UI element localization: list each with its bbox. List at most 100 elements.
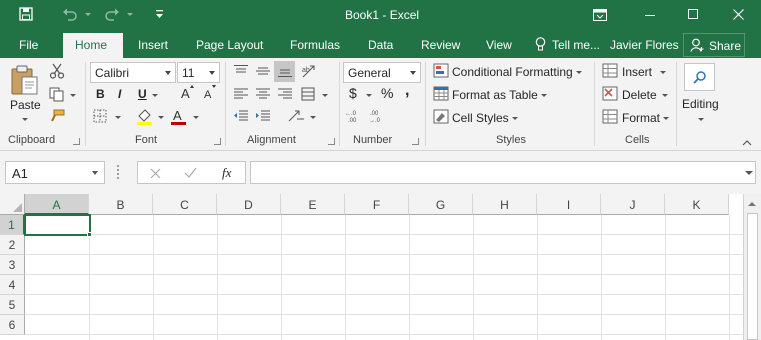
column-header-a[interactable]: A: [25, 194, 89, 215]
column-header-h[interactable]: H: [473, 194, 537, 215]
alignment-launcher-icon[interactable]: [328, 138, 335, 145]
font-size-combo[interactable]: 11: [177, 62, 220, 83]
comma-button[interactable]: ,: [405, 82, 409, 100]
fill-handle[interactable]: [87, 232, 92, 237]
scroll-up-icon[interactable]: [748, 202, 756, 206]
underline-dropdown-icon[interactable]: [152, 94, 158, 97]
close-icon[interactable]: [733, 9, 744, 20]
vertical-scrollbar[interactable]: [743, 194, 761, 340]
tab-home[interactable]: Home: [63, 33, 123, 58]
insert-function-button[interactable]: fx: [222, 165, 231, 181]
save-icon[interactable]: [19, 7, 33, 21]
column-header-e[interactable]: E: [281, 194, 345, 215]
paste-dropdown-icon[interactable]: [22, 118, 28, 121]
paste-icon[interactable]: [10, 64, 40, 96]
align-center-icon[interactable]: [255, 87, 271, 101]
undo-dropdown-icon[interactable]: [85, 13, 91, 16]
editing-search-box[interactable]: [684, 63, 715, 91]
align-left-icon[interactable]: [233, 87, 249, 101]
tab-insert[interactable]: Insert: [138, 38, 168, 52]
orientation-icon[interactable]: ab: [301, 63, 317, 79]
column-header-b[interactable]: B: [89, 194, 153, 215]
name-box[interactable]: A1: [5, 161, 105, 184]
column-header-f[interactable]: F: [345, 194, 409, 215]
tab-formulas[interactable]: Formulas: [290, 38, 340, 52]
row-header-1[interactable]: 1: [0, 215, 25, 235]
number-launcher-icon[interactable]: [412, 138, 419, 145]
select-all-corner[interactable]: [0, 194, 25, 215]
merge-dropdown-icon[interactable]: [310, 116, 316, 119]
column-header-g[interactable]: G: [409, 194, 473, 215]
column-header-i[interactable]: I: [537, 194, 601, 215]
customize-qat-icon[interactable]: [155, 9, 164, 19]
insert-cells-button[interactable]: Insert: [622, 65, 652, 79]
enter-entry-icon[interactable]: [184, 167, 197, 179]
collapse-ribbon-icon[interactable]: [742, 140, 752, 146]
row-header-3[interactable]: 3: [0, 255, 25, 275]
row-header-5[interactable]: 5: [0, 295, 25, 315]
wrap-dropdown-icon[interactable]: [322, 94, 328, 97]
borders-dropdown-icon[interactable]: [115, 116, 121, 119]
name-box-dropdown-icon[interactable]: [92, 171, 98, 175]
editing-button[interactable]: Editing: [682, 97, 719, 111]
editing-dropdown-icon[interactable]: [698, 118, 704, 121]
number-format-combo[interactable]: General: [343, 62, 421, 83]
undo-icon[interactable]: [62, 7, 78, 21]
format-cells-button[interactable]: Format: [622, 111, 670, 125]
column-header-d[interactable]: D: [217, 194, 281, 215]
delete-dropdown-icon[interactable]: [662, 94, 668, 97]
maximize-icon[interactable]: [688, 9, 698, 19]
decrease-decimal-icon[interactable]: .00→.0: [369, 109, 387, 123]
conditional-formatting-button[interactable]: Conditional Formatting: [452, 65, 582, 79]
copy-icon[interactable]: [49, 87, 65, 102]
fill-color-dropdown-icon[interactable]: [158, 116, 164, 119]
cut-icon[interactable]: [49, 63, 65, 79]
bottom-align-button[interactable]: [274, 61, 295, 82]
delete-cells-button[interactable]: Delete: [622, 88, 657, 102]
middle-align-icon[interactable]: [255, 64, 271, 78]
font-color-dropdown-icon[interactable]: [193, 116, 199, 119]
font-launcher-icon[interactable]: [214, 138, 221, 145]
italic-button[interactable]: I: [118, 87, 121, 101]
format-as-table-button[interactable]: Format as Table: [452, 88, 547, 102]
tell-me-search[interactable]: Tell me...: [552, 38, 600, 52]
cell-styles-button[interactable]: Cell Styles: [452, 111, 518, 125]
tab-view[interactable]: View: [486, 38, 512, 52]
redo-dropdown-icon[interactable]: [127, 13, 133, 16]
percent-button[interactable]: %: [381, 85, 393, 101]
formula-input[interactable]: [250, 161, 756, 184]
tab-file[interactable]: File: [19, 38, 38, 52]
tab-data[interactable]: Data: [368, 38, 393, 52]
insert-dropdown-icon[interactable]: [660, 71, 666, 74]
top-align-icon[interactable]: [233, 64, 249, 78]
share-button[interactable]: Share: [683, 33, 745, 57]
selected-cell[interactable]: [24, 214, 91, 236]
decrease-font-icon[interactable]: A: [203, 84, 217, 99]
currency-button[interactable]: $: [349, 85, 357, 101]
scroll-thumb[interactable]: [747, 213, 758, 340]
formula-separator-dots[interactable]: [117, 165, 119, 179]
increase-decimal-icon[interactable]: ←.0.00: [345, 109, 363, 123]
row-header-4[interactable]: 4: [0, 275, 25, 295]
paste-button[interactable]: Paste: [10, 98, 41, 112]
align-right-icon[interactable]: [277, 87, 293, 101]
cancel-entry-icon[interactable]: [150, 168, 161, 179]
worksheet-grid[interactable]: ABCDEFGHIJK 123456: [0, 194, 761, 340]
column-header-c[interactable]: C: [153, 194, 217, 215]
row-header-2[interactable]: 2: [0, 235, 25, 255]
font-color-icon[interactable]: A: [171, 107, 187, 125]
ribbon-display-icon[interactable]: [593, 9, 607, 21]
row-header-6[interactable]: 6: [0, 315, 25, 335]
copy-dropdown-icon[interactable]: [70, 94, 76, 97]
bold-button[interactable]: B: [96, 87, 105, 101]
merge-center-icon[interactable]: [287, 109, 305, 123]
borders-icon[interactable]: [93, 109, 107, 123]
tab-page-layout[interactable]: Page Layout: [196, 38, 263, 52]
redo-icon[interactable]: [104, 7, 120, 21]
fill-color-icon[interactable]: [136, 107, 154, 125]
minimize-icon[interactable]: [645, 15, 655, 16]
underline-button[interactable]: U: [138, 87, 147, 101]
wrap-text-icon[interactable]: [301, 87, 317, 101]
column-header-k[interactable]: K: [665, 194, 729, 215]
tab-review[interactable]: Review: [421, 38, 460, 52]
